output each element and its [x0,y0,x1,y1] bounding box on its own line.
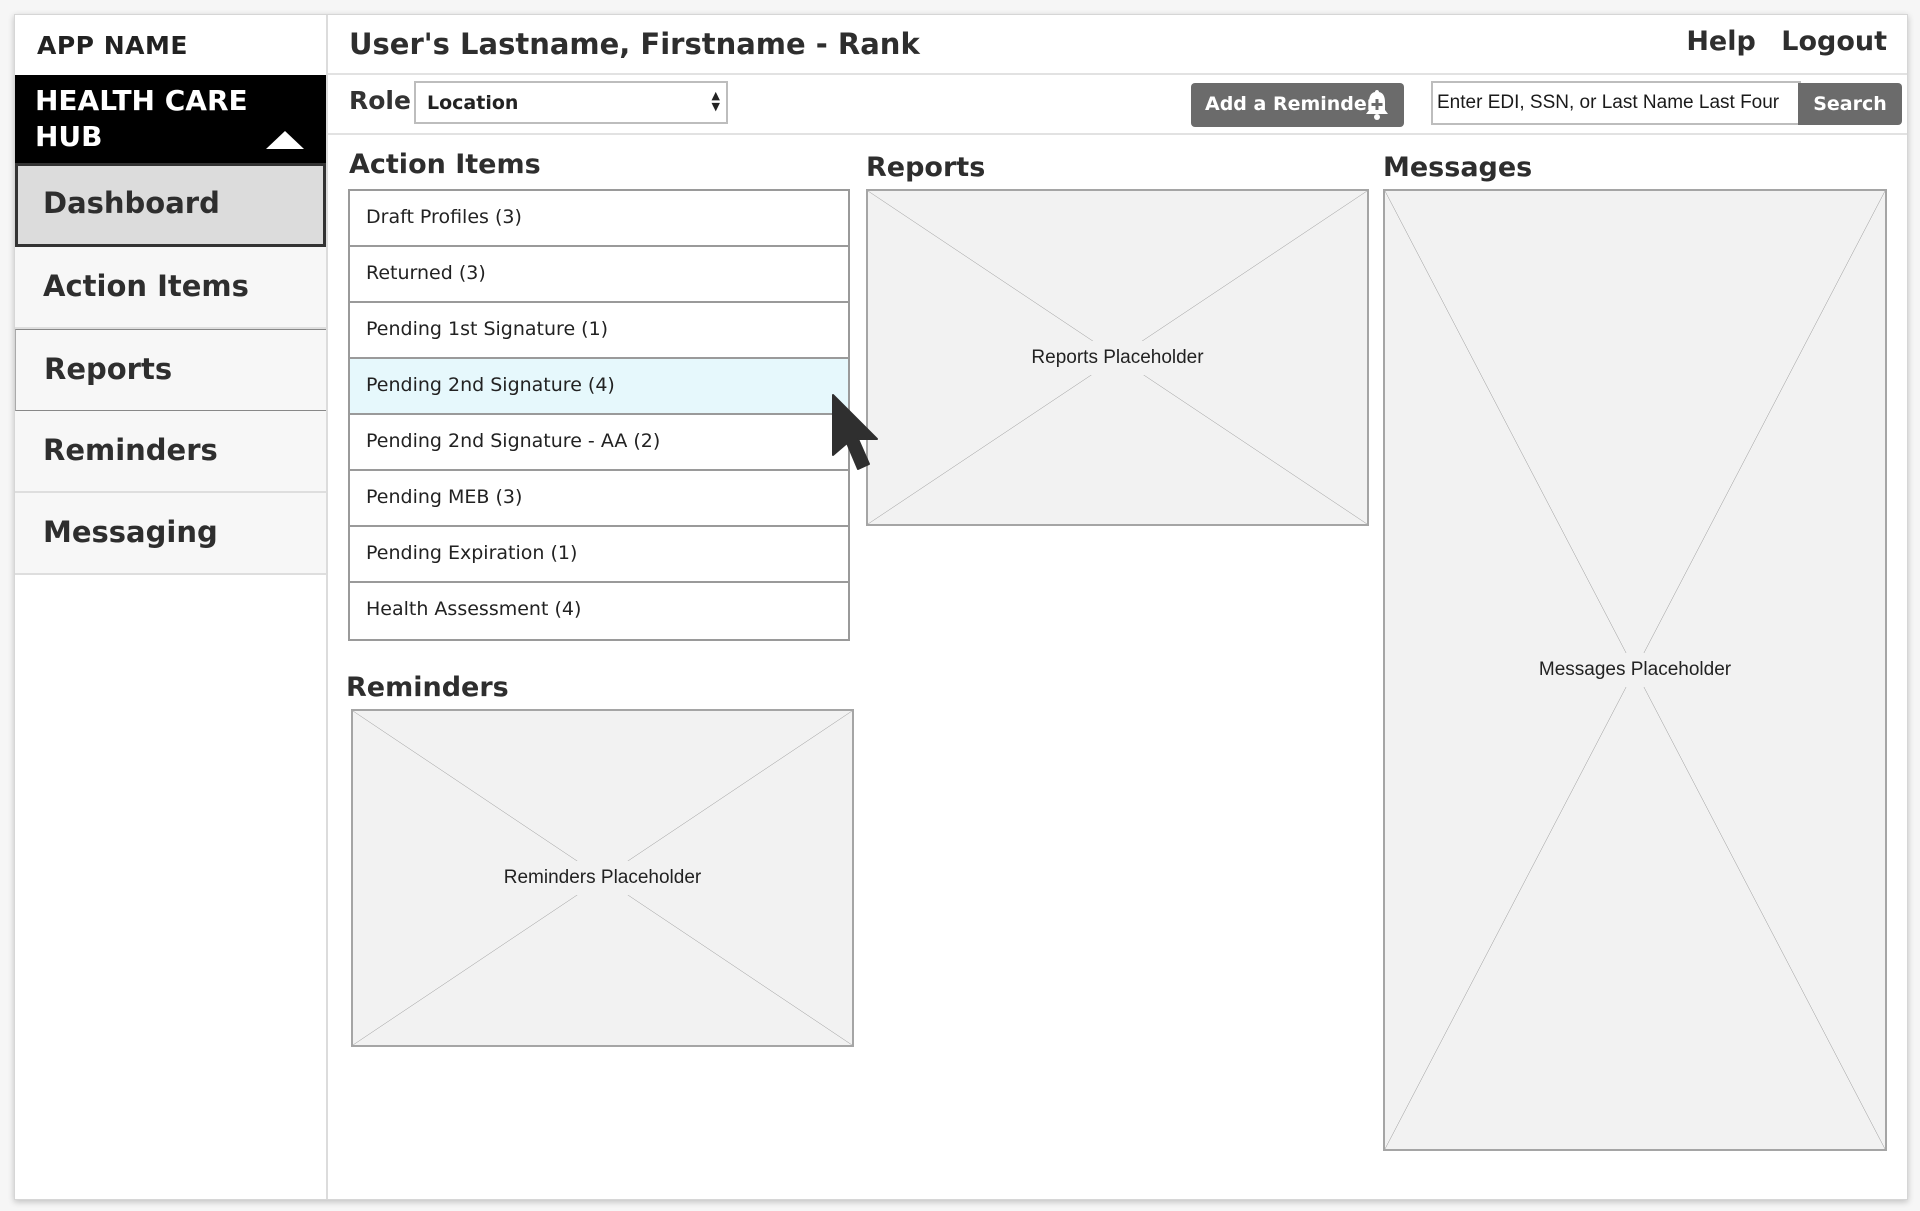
messages-title: Messages [1383,152,1533,183]
role-select[interactable]: Location ▲ ▼ [414,81,728,124]
help-link[interactable]: Help [1686,26,1756,57]
action-item-label: Pending 1st Signature (1) [366,318,609,340]
main-area: User's Lastname, Firstname - Rank Help L… [328,15,1907,1199]
bell-plus-icon [1366,90,1388,120]
reminders-placeholder-text: Reminders Placeholder [495,861,710,895]
sidebar-item-label: Action Items [43,269,249,303]
messages-placeholder: Messages Placeholder [1383,189,1887,1151]
reports-title: Reports [866,152,986,183]
reports-placeholder-text: Reports Placeholder [1023,340,1212,375]
reports-placeholder: Reports Placeholder [866,189,1369,526]
select-arrows-icon: ▲ ▼ [711,89,720,113]
sidebar-item-label: Dashboard [43,186,220,220]
action-items-title: Action Items [349,149,541,180]
sidebar-nav: Dashboard Action Items Reports Reminders… [15,163,326,575]
action-item-row[interactable]: Draft Profiles (3) [350,191,848,247]
top-links: Help Logout [1670,26,1887,57]
reminders-placeholder: Reminders Placeholder [351,709,854,1047]
search-input[interactable] [1431,81,1801,125]
action-item-label: Pending 2nd Signature - AA (2) [366,430,661,452]
logout-link[interactable]: Logout [1781,26,1887,57]
sidebar-item-reminders[interactable]: Reminders [15,411,326,493]
user-name: User's Lastname, Firstname - Rank [349,27,920,61]
add-reminder-label: Add a Reminder [1205,93,1377,115]
header: User's Lastname, Firstname - Rank Help L… [328,15,1907,75]
role-select-value: Location [427,92,519,114]
action-item-row[interactable]: Pending 1st Signature (1) [350,303,848,359]
sidebar-item-dashboard[interactable]: Dashboard [15,163,326,247]
action-item-row[interactable]: Health Assessment (4) [350,583,848,639]
action-items-list: Draft Profiles (3) Returned (3) Pending … [348,189,850,641]
action-item-row[interactable]: Pending Expiration (1) [350,527,848,583]
action-item-row-selected[interactable]: Pending 2nd Signature (4) [350,359,848,415]
role-label: Role [349,86,411,115]
add-reminder-button[interactable]: Add a Reminder [1191,83,1404,127]
messages-placeholder-text: Messages Placeholder [1530,653,1740,687]
app-name: APP NAME [37,31,188,60]
hub-header[interactable]: HEALTH CARE HUB [15,75,326,163]
sidebar: APP NAME HEALTH CARE HUB Dashboard Actio… [15,15,328,1199]
action-item-row[interactable]: Returned (3) [350,247,848,303]
action-item-label: Pending Expiration (1) [366,542,578,564]
sidebar-item-label: Reminders [43,433,218,467]
action-item-row[interactable]: Pending 2nd Signature - AA (2) [350,415,848,471]
sidebar-item-label: Reports [44,352,173,386]
sidebar-item-label: Messaging [43,515,218,549]
action-item-label: Returned (3) [366,262,486,284]
action-item-label: Pending 2nd Signature (4) [366,374,615,396]
collapse-caret-icon[interactable] [266,131,304,149]
toolbar: Role Location ▲▼ Add a Reminder Search [328,75,1907,135]
action-item-label: Health Assessment (4) [366,598,582,620]
app-window: APP NAME HEALTH CARE HUB Dashboard Actio… [14,14,1908,1200]
search-button[interactable]: Search [1798,83,1902,125]
action-item-row[interactable]: Pending MEB (3) [350,471,848,527]
action-item-label: Pending MEB (3) [366,486,523,508]
reminders-title: Reminders [346,672,509,703]
sidebar-item-messaging[interactable]: Messaging [15,493,326,575]
hub-title: HEALTH CARE HUB [35,84,248,153]
sidebar-item-action-items[interactable]: Action Items [15,247,326,329]
mouse-cursor-icon [832,394,878,470]
sidebar-item-reports[interactable]: Reports [15,329,326,411]
action-item-label: Draft Profiles (3) [366,206,522,228]
